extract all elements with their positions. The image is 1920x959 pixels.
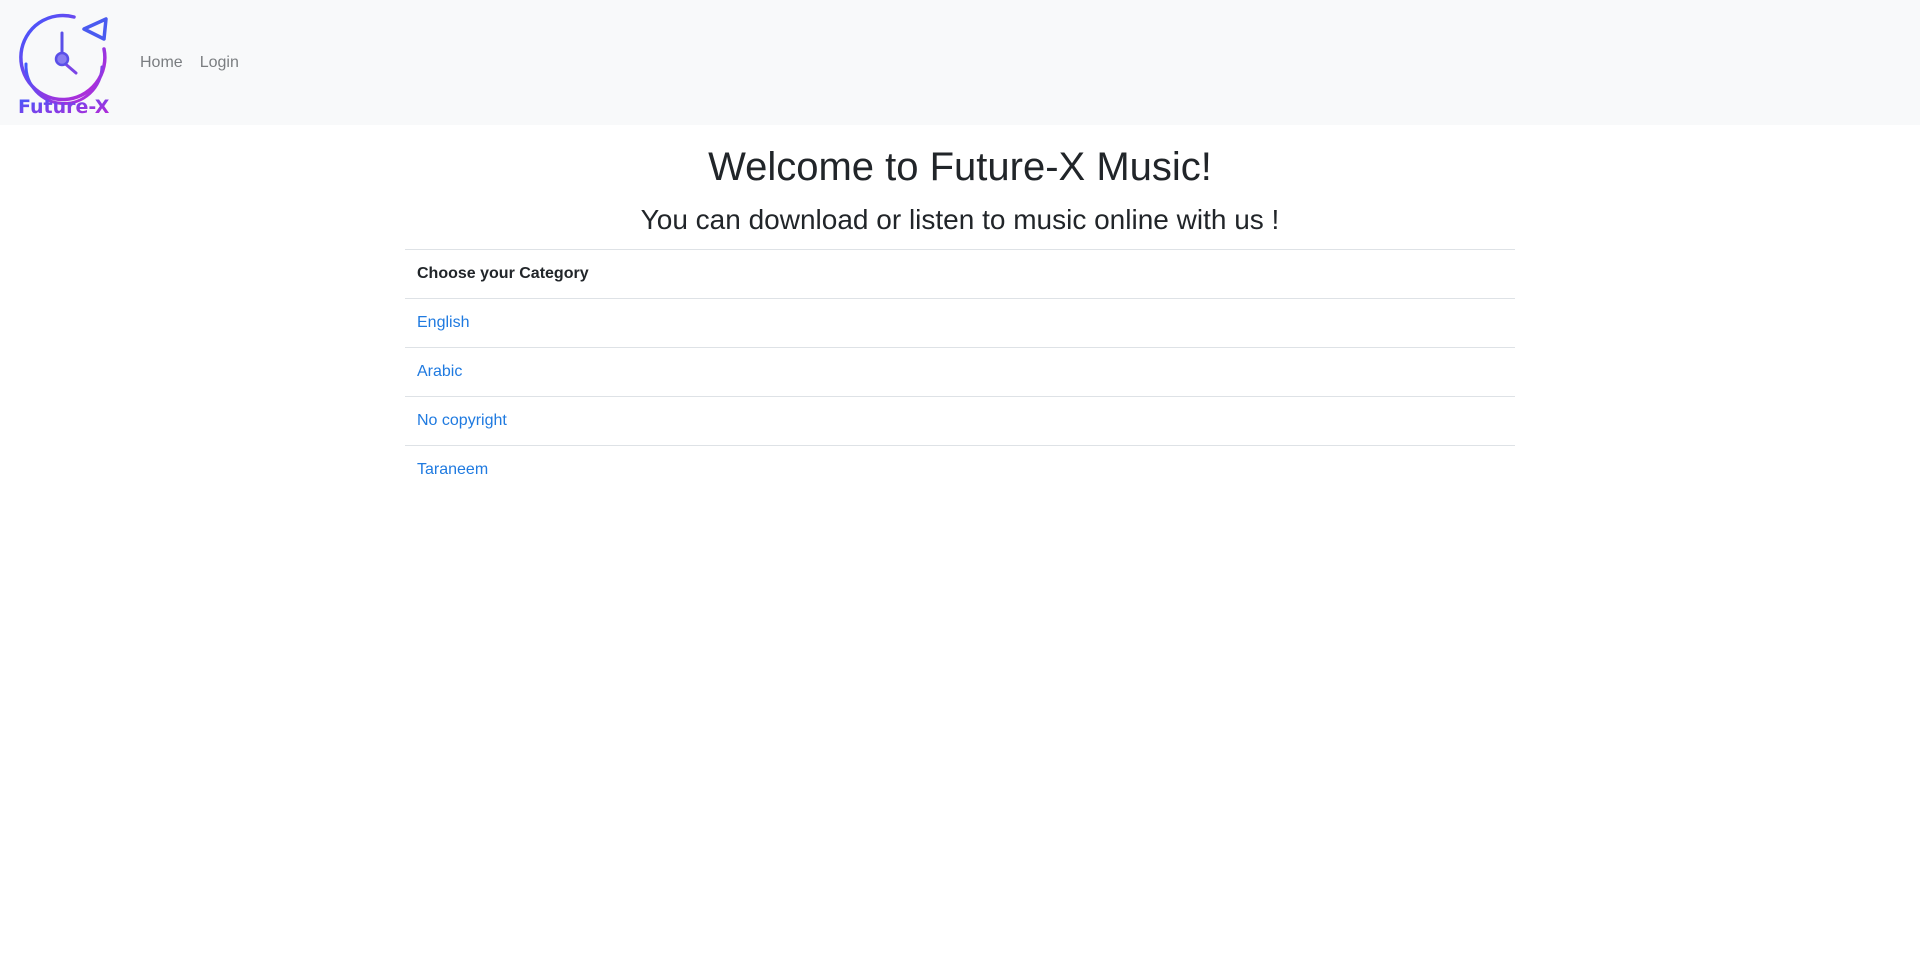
table-row: English bbox=[405, 297, 1515, 348]
category-link-taraneem[interactable]: Taraneem bbox=[417, 461, 488, 478]
table-cell: Arabic bbox=[405, 346, 1515, 397]
table-row: No copyright bbox=[405, 395, 1515, 446]
future-x-logo[interactable]: Future-X bbox=[16, 9, 112, 117]
table-row: Taraneem bbox=[405, 444, 1515, 494]
page-title: Welcome to Future-X Music! bbox=[708, 145, 1212, 189]
table-header-row: Choose your Category bbox=[405, 248, 1515, 299]
table-cell: English bbox=[405, 297, 1515, 348]
table-cell: Taraneem bbox=[405, 444, 1515, 494]
logo-text: Future-X bbox=[18, 96, 110, 117]
category-table: Choose your Category English Arabic No c… bbox=[405, 248, 1515, 494]
main-content: Welcome to Future-X Music! You can downl… bbox=[405, 143, 1515, 494]
nav-links: Home Login bbox=[140, 54, 239, 72]
page-subtitle: You can download or listen to music onli… bbox=[640, 204, 1280, 235]
navbar: Future-X Home Login bbox=[0, 0, 1920, 125]
category-link-arabic[interactable]: Arabic bbox=[417, 363, 462, 380]
category-link-no-copyright[interactable]: No copyright bbox=[417, 412, 507, 429]
nav-home-link[interactable]: Home bbox=[140, 54, 183, 72]
nav-login-link[interactable]: Login bbox=[200, 54, 239, 72]
category-link-english[interactable]: English bbox=[417, 314, 469, 331]
category-header: Choose your Category bbox=[405, 248, 1515, 299]
table-row: Arabic bbox=[405, 346, 1515, 397]
table-cell: No copyright bbox=[405, 395, 1515, 446]
